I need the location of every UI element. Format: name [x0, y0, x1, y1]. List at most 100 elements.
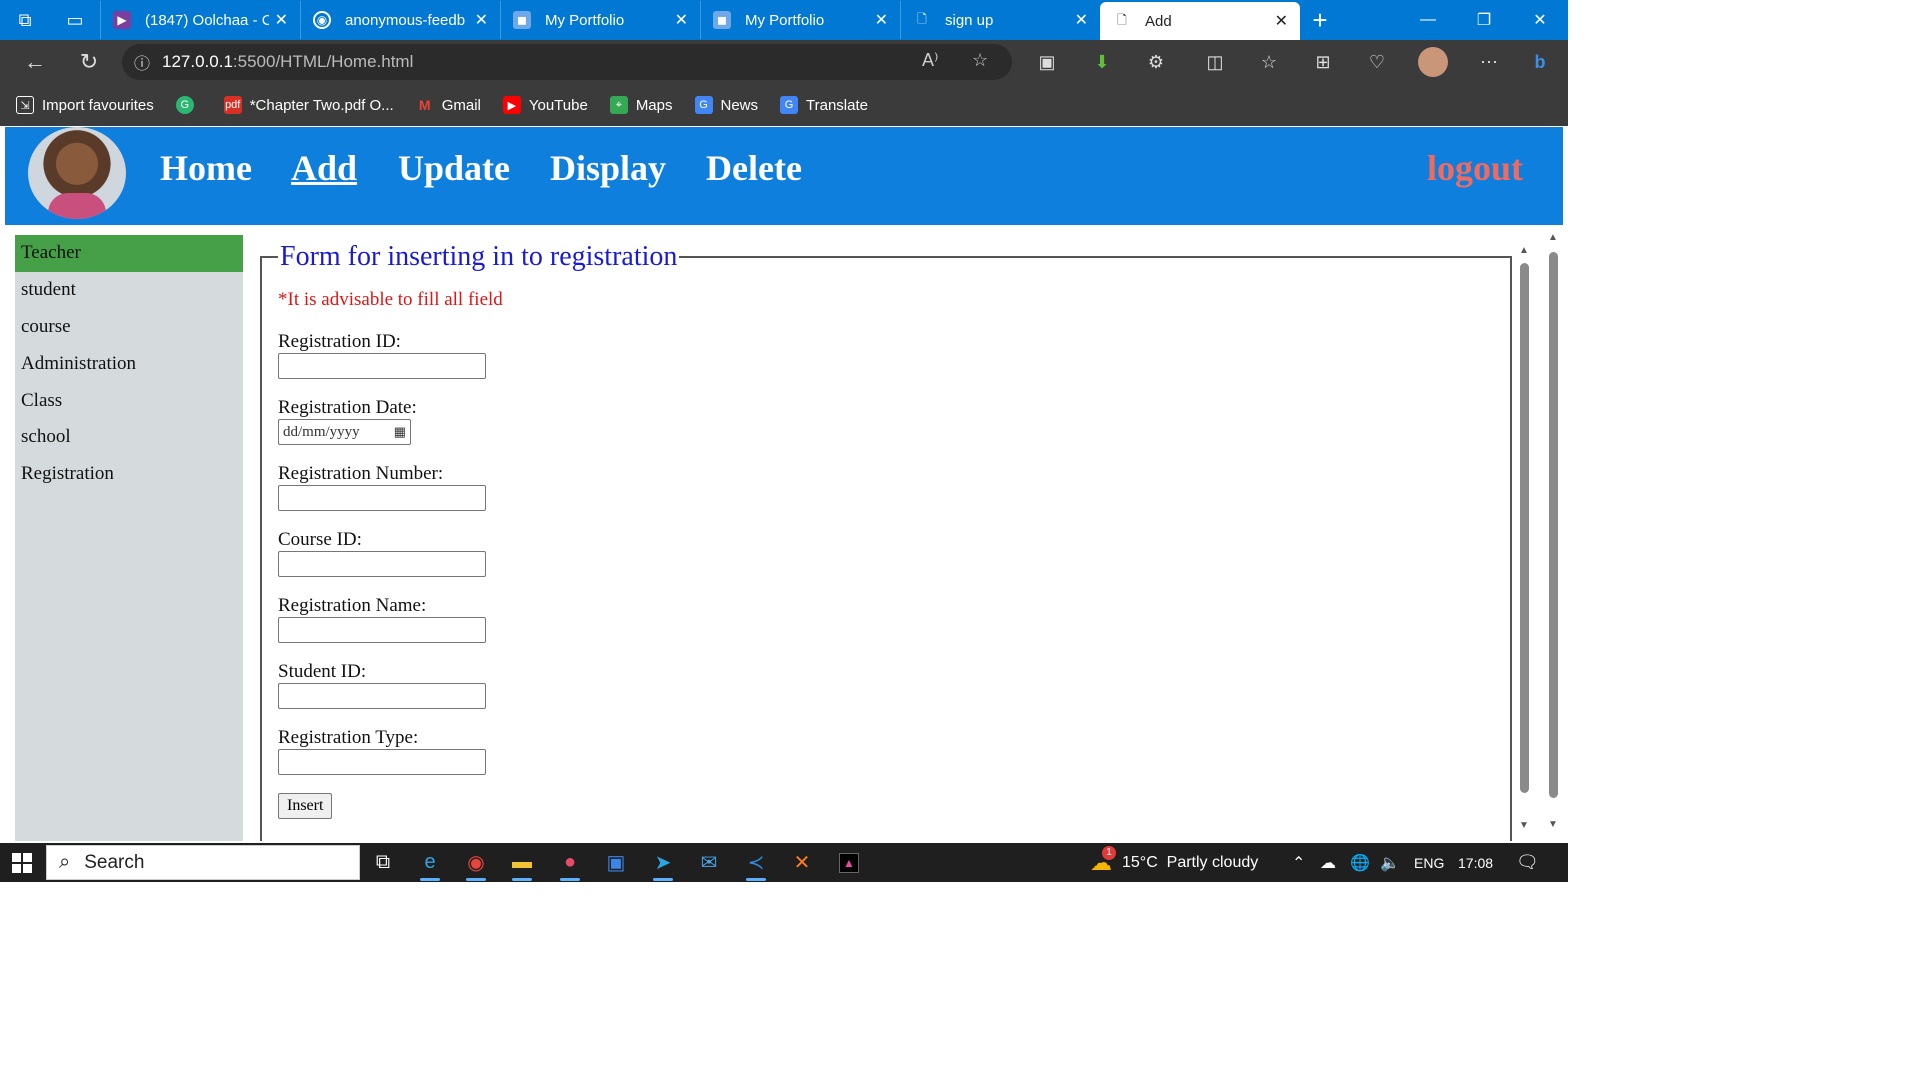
- bookmark-import[interactable]: ⇲ Import favourites: [16, 96, 154, 114]
- registration-name-input[interactable]: [278, 617, 486, 643]
- browser-tab[interactable]: 🗋 sign up ✕: [900, 1, 1100, 39]
- bookmark-label: Translate: [806, 96, 868, 114]
- registration-number-field: Registration Number:: [278, 463, 1494, 511]
- insert-button[interactable]: Insert: [278, 793, 333, 819]
- workspaces-icon[interactable]: ⧉: [0, 0, 50, 40]
- registration-number-input[interactable]: [278, 485, 486, 511]
- scroll-up-icon[interactable]: ▲: [1546, 232, 1560, 243]
- nav-add[interactable]: Add: [291, 147, 357, 189]
- bookmark-grammarly[interactable]: G: [175, 96, 202, 114]
- close-icon[interactable]: ✕: [1075, 10, 1088, 30]
- xampp-icon[interactable]: ✕: [779, 843, 825, 882]
- more-icon[interactable]: ⋯: [1467, 40, 1511, 84]
- nav-home[interactable]: Home: [160, 147, 252, 189]
- nav-display[interactable]: Display: [550, 147, 666, 189]
- profile-avatar[interactable]: [1411, 40, 1455, 84]
- file-explorer-icon[interactable]: ▬: [499, 843, 545, 882]
- download-icon[interactable]: ⬇: [1080, 40, 1124, 84]
- bookmark-gmail[interactable]: M Gmail: [416, 96, 481, 114]
- vscode-icon[interactable]: ≺: [733, 843, 779, 882]
- course-id-input[interactable]: [278, 551, 486, 577]
- close-icon[interactable]: ✕: [1275, 11, 1288, 31]
- app-icon[interactable]: ▲: [826, 843, 872, 882]
- close-icon[interactable]: ✕: [875, 10, 888, 30]
- browser-essentials-icon[interactable]: ♡: [1355, 40, 1399, 84]
- language-indicator[interactable]: ENG: [1414, 843, 1444, 882]
- collections-icon[interactable]: ▣: [1025, 40, 1069, 84]
- weather-widget[interactable]: ☁ 1 15°C Partly cloudy: [1090, 843, 1258, 882]
- scroll-up-icon[interactable]: ▲: [1517, 245, 1531, 256]
- collections-add-icon[interactable]: ⊞: [1301, 40, 1345, 84]
- calendar-icon[interactable]: ▦: [394, 424, 406, 440]
- registration-id-input[interactable]: [278, 353, 486, 379]
- telegram-icon[interactable]: ➤: [640, 843, 686, 882]
- read-aloud-icon[interactable]: A⁾: [922, 50, 938, 71]
- registration-date-input[interactable]: dd/mm/yyyy ▦: [278, 419, 411, 445]
- close-icon[interactable]: ✕: [275, 10, 288, 30]
- windows-start-button[interactable]: [0, 843, 44, 882]
- browser-tab[interactable]: ◼ My Portfolio ✕: [700, 1, 900, 39]
- taskbar-search[interactable]: ⌕ Search: [46, 845, 360, 880]
- sidebar-item-teacher[interactable]: Teacher: [15, 235, 243, 272]
- extensions-icon[interactable]: ⚙: [1134, 40, 1178, 84]
- close-icon[interactable]: ✕: [475, 10, 488, 30]
- close-window-button[interactable]: ✕: [1512, 0, 1568, 40]
- nav-update[interactable]: Update: [398, 147, 510, 189]
- scroll-down-icon[interactable]: ▼: [1517, 820, 1531, 831]
- onedrive-icon[interactable]: ☁: [1320, 843, 1336, 882]
- close-icon[interactable]: ✕: [675, 10, 688, 30]
- back-button[interactable]: ←: [8, 40, 62, 84]
- task-view-icon[interactable]: ⧉: [360, 843, 406, 882]
- sidebar-item-registration[interactable]: Registration: [15, 456, 243, 493]
- bookmark-chapter-two[interactable]: pdf *Chapter Two.pdf O...: [223, 96, 394, 114]
- notifications-icon[interactable]: 🗨: [1516, 843, 1539, 882]
- split-screen-icon[interactable]: ◫: [1193, 40, 1237, 84]
- student-id-field: Student ID:: [278, 661, 1494, 709]
- registration-type-label: Registration Type:: [278, 727, 419, 748]
- bing-icon[interactable]: b: [1518, 40, 1562, 84]
- form-area: Form for inserting in to registration *I…: [260, 235, 1560, 841]
- chrome-icon[interactable]: ◉: [453, 843, 499, 882]
- favorites-icon[interactable]: ☆: [1247, 40, 1291, 84]
- edge-icon[interactable]: e: [407, 843, 453, 882]
- inner-scrollbar[interactable]: ▲ ▼: [1517, 245, 1531, 831]
- volume-icon[interactable]: 🔈: [1380, 843, 1400, 882]
- browser-tab[interactable]: ▶ (1847) Oolchaa - C ✕: [100, 1, 300, 39]
- sidebar-item-school[interactable]: school: [15, 419, 243, 456]
- page-scrollbar[interactable]: ▲ ▼: [1546, 232, 1560, 830]
- tab-actions-icon[interactable]: ▭: [50, 0, 100, 40]
- logout-link[interactable]: logout: [1427, 147, 1523, 189]
- scroll-thumb[interactable]: [1549, 252, 1558, 798]
- browser-tab[interactable]: ◉ anonymous-feedb ✕: [300, 1, 500, 39]
- bookmark-maps[interactable]: ⌖ Maps: [609, 96, 673, 114]
- scroll-down-icon[interactable]: ▼: [1546, 819, 1560, 830]
- sidebar-item-student[interactable]: student: [15, 272, 243, 309]
- bookmark-youtube[interactable]: ▶ YouTube: [502, 96, 588, 114]
- sidebar-item-class[interactable]: Class: [15, 382, 243, 419]
- browser-tab-active[interactable]: 🗋 Add ✕: [1100, 2, 1300, 40]
- mail-icon[interactable]: ✉: [686, 843, 732, 882]
- info-icon[interactable]: ⓘ: [122, 50, 162, 74]
- document-icon: 🗋: [1117, 12, 1127, 27]
- restore-button[interactable]: ❐: [1456, 0, 1512, 40]
- bookmark-news[interactable]: G News: [694, 96, 758, 114]
- favorite-star-icon[interactable]: ☆: [972, 50, 988, 71]
- recorder-icon[interactable]: ●: [547, 843, 593, 882]
- clock[interactable]: 17:08: [1458, 843, 1493, 882]
- browser-tab[interactable]: ◼ My Portfolio ✕: [500, 1, 700, 39]
- address-bar[interactable]: ⓘ 127.0.0.1:5500/HTML/Home.html A⁾ ☆: [122, 44, 1012, 80]
- refresh-button[interactable]: ↻: [62, 40, 116, 84]
- new-tab-button[interactable]: +: [1300, 0, 1340, 40]
- registration-type-input[interactable]: [278, 749, 486, 775]
- sidebar-item-course[interactable]: course: [15, 309, 243, 346]
- bookmark-translate[interactable]: G Translate: [780, 96, 868, 114]
- store-icon[interactable]: ▣: [593, 843, 639, 882]
- nav-delete[interactable]: Delete: [706, 147, 802, 189]
- network-icon[interactable]: 🌐: [1350, 843, 1370, 882]
- sidebar-item-administration[interactable]: Administration: [15, 345, 243, 382]
- student-id-input[interactable]: [278, 683, 486, 709]
- scroll-thumb[interactable]: [1520, 263, 1529, 793]
- show-hidden-icons[interactable]: ⌃: [1292, 843, 1305, 882]
- tab-title: (1847) Oolchaa - C: [145, 11, 269, 29]
- minimize-button[interactable]: —: [1400, 0, 1456, 40]
